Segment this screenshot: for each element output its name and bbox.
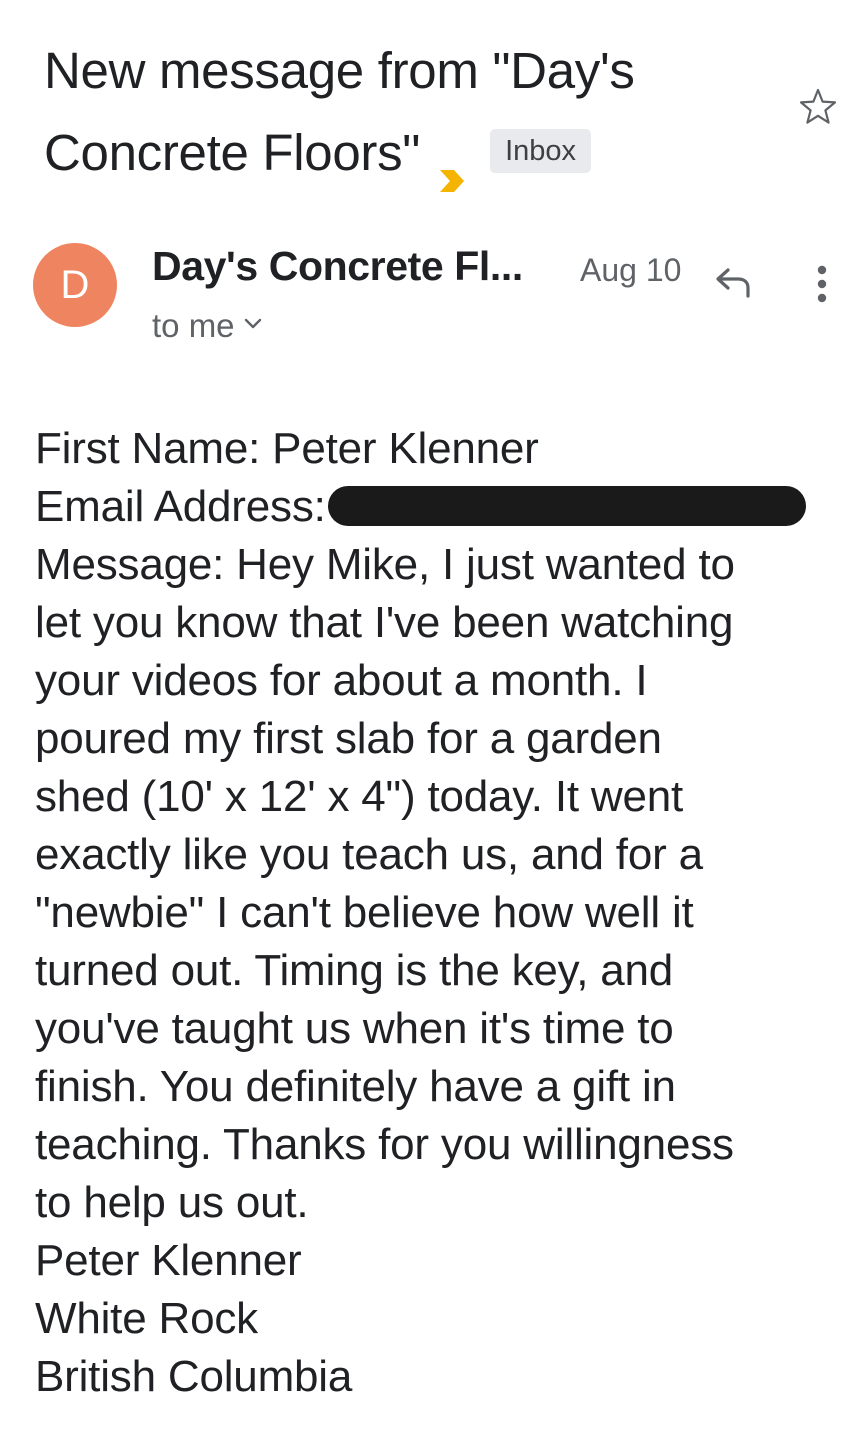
sender-name[interactable]: Day's Concrete Fl... xyxy=(152,240,523,292)
message-date: Aug 10 xyxy=(580,252,682,288)
recipients-toggle[interactable]: to me xyxy=(152,304,263,348)
star-outline-icon[interactable] xyxy=(797,86,839,128)
message-line: exactly like you teach us, and for a xyxy=(35,830,703,879)
message-line: let you know that I've been watching xyxy=(35,598,734,647)
sender-avatar[interactable]: D xyxy=(33,243,117,327)
first-name-line: First Name: Peter Klenner xyxy=(35,424,539,473)
message-line: turned out. Timing is the key, and xyxy=(35,946,674,995)
reply-icon[interactable] xyxy=(708,262,760,306)
message-line: shed (10' x 12' x 4") today. It went xyxy=(35,772,684,821)
redacted-email-mark xyxy=(327,486,806,527)
signature-city: White Rock xyxy=(35,1294,258,1343)
message-line: your videos for about a month. I xyxy=(35,656,648,705)
email-address-line: Email Address: xyxy=(35,478,835,536)
more-vert-icon[interactable] xyxy=(808,262,836,310)
message-body: First Name: Peter Klenner Email Address:… xyxy=(35,420,835,1406)
importance-marker-icon[interactable] xyxy=(438,138,468,192)
message-line: poured my first slab for a garden xyxy=(35,714,662,763)
message-line: teaching. Thanks for you willingness xyxy=(35,1120,734,1169)
email-subject: New message from "Day's Concrete Floors"… xyxy=(44,30,784,194)
email-address-label: Email Address: xyxy=(35,482,326,531)
inbox-label-chip[interactable]: Inbox xyxy=(490,128,592,173)
message-line: you've taught us when it's time to xyxy=(35,1004,674,1053)
message-line: finish. You definitely have a gift in xyxy=(35,1062,676,1111)
chevron-down-icon xyxy=(243,298,263,329)
signature-name: Peter Klenner xyxy=(35,1236,302,1285)
message-line: to help us out. xyxy=(35,1178,309,1227)
message-line: "newbie" I can't believe how well it xyxy=(35,888,694,937)
recipients-text: to me xyxy=(152,307,235,344)
message-line: Message: Hey Mike, I just wanted to xyxy=(35,540,735,589)
signature-region: British Columbia xyxy=(35,1352,353,1401)
